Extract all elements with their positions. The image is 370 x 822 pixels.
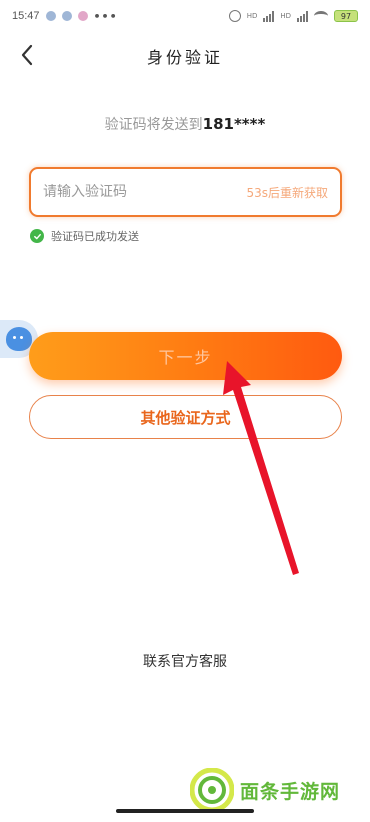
status-right: HD HD 97	[228, 10, 358, 22]
watermark-text: 面条手游网	[240, 780, 341, 803]
resend-code-button[interactable]: 53s后重新获取	[246, 184, 328, 201]
code-sent-prefix: 验证码将发送到	[104, 117, 203, 133]
verification-code-input[interactable]	[43, 184, 213, 200]
assistant-icon	[6, 327, 32, 351]
code-sent-hint: 验证码将发送到181****	[0, 114, 370, 134]
more-notifications-icon: •••	[93, 9, 118, 23]
hd-indicator: HD	[280, 12, 291, 20]
signal-icon	[263, 10, 275, 22]
gesture-nav-bar[interactable]	[116, 809, 254, 813]
verification-code-field: 53s后重新获取	[29, 167, 342, 217]
wifi-icon	[314, 11, 328, 21]
signal-icon	[297, 10, 308, 22]
header: 身份验证	[0, 36, 370, 72]
code-sent-success-text: 验证码已成功发送	[51, 230, 139, 243]
battery-icon: 97	[334, 10, 358, 22]
status-left: 15:47 •••	[12, 10, 118, 23]
hd-indicator: HD	[246, 12, 258, 20]
red-arrow-annotation	[223, 361, 299, 575]
contact-customer-service-link[interactable]: 联系官方客服	[0, 651, 370, 671]
watermark-logo-icon	[190, 768, 234, 812]
status-time: 15:47	[12, 10, 40, 22]
watermark: 面条手游网	[190, 768, 340, 812]
notification-app-icon	[45, 11, 56, 21]
page-title: 身份验证	[146, 48, 223, 67]
status-bar: 15:47 ••• HD HD 97	[0, 0, 370, 32]
next-step-button[interactable]: 下一步	[29, 332, 342, 380]
alarm-icon	[228, 10, 241, 22]
notification-app-icon	[61, 11, 72, 21]
check-circle-icon	[30, 229, 44, 243]
masked-phone-number: 181****	[202, 115, 266, 133]
notification-app-icon	[77, 11, 88, 21]
code-sent-status: 验证码已成功发送	[30, 228, 139, 244]
other-verification-methods-button[interactable]: 其他验证方式	[29, 395, 342, 439]
